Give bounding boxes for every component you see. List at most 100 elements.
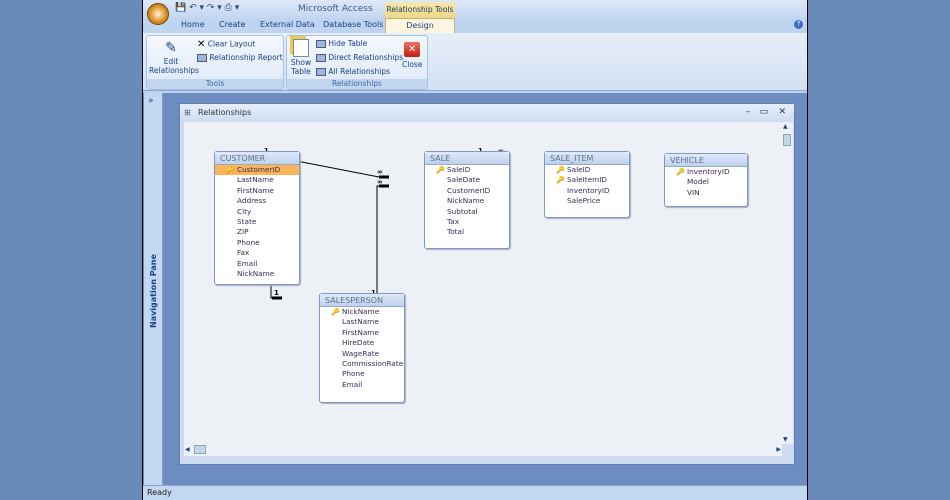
horizontal-scrollbar[interactable]: ◀ ▶ bbox=[184, 444, 782, 456]
field-row[interactable]: CustomerID bbox=[425, 186, 509, 196]
field-row[interactable]: City bbox=[215, 207, 299, 217]
table-title[interactable]: SALESPERSON bbox=[320, 294, 404, 307]
field-name: Subtotal bbox=[447, 206, 478, 216]
expand-nav-button[interactable]: » bbox=[148, 96, 154, 106]
field-row[interactable]: Tax bbox=[425, 217, 509, 227]
field-row[interactable]: FirstName bbox=[215, 186, 299, 196]
field-row[interactable]: 🔑 SaleItemID bbox=[545, 175, 629, 185]
field-name: State bbox=[237, 216, 257, 226]
scroll-left-icon[interactable]: ◀ bbox=[185, 446, 190, 453]
field-row[interactable]: Email bbox=[215, 259, 299, 269]
field-row[interactable]: 🔑 InventoryID bbox=[665, 167, 747, 177]
primary-key-icon: 🔑 bbox=[436, 166, 445, 174]
field-row[interactable]: ZIP bbox=[215, 227, 299, 237]
table-title[interactable]: VEHICLE bbox=[665, 154, 747, 167]
table-title[interactable]: SALE_ITEM bbox=[545, 152, 629, 165]
field-row[interactable]: InventoryID bbox=[545, 186, 629, 196]
table-salesperson[interactable]: SALESPERSON 🔑 NickName LastName FirstName Hir… bbox=[319, 293, 405, 403]
field-name: WageRate bbox=[342, 348, 380, 358]
field-name: NickName bbox=[447, 196, 485, 206]
field-name: Phone bbox=[237, 237, 260, 247]
scroll-right-icon[interactable]: ▶ bbox=[776, 446, 781, 453]
table-title[interactable]: SALE bbox=[425, 152, 509, 165]
field-row[interactable]: State bbox=[215, 217, 299, 227]
field-name: SaleID bbox=[447, 165, 471, 174]
scroll-thumb[interactable] bbox=[783, 134, 791, 146]
field-row[interactable]: LastName bbox=[320, 317, 404, 327]
group-label: Tools bbox=[147, 79, 283, 89]
table-sale-item[interactable]: SALE_ITEM 🔑 SaleID 🔑 SaleItemID InventoryID Sa… bbox=[544, 151, 630, 218]
ribbon-tabs: Home Create External Data Database Tools… bbox=[143, 18, 807, 33]
primary-key-icon: 🔑 bbox=[556, 166, 565, 174]
field-row[interactable]: 🔑 SaleID bbox=[545, 165, 629, 175]
cardinality-one: 1 bbox=[274, 289, 279, 297]
hide-table-button[interactable]: Hide Table bbox=[316, 39, 367, 48]
tab-home[interactable]: Home bbox=[181, 20, 205, 29]
field-row[interactable]: Phone bbox=[320, 369, 404, 379]
field-name: CommissionRate bbox=[342, 358, 404, 368]
tab-external-data[interactable]: External Data bbox=[260, 20, 315, 29]
field-row[interactable]: Phone bbox=[215, 238, 299, 248]
field-name: Email bbox=[342, 379, 363, 389]
relationships-window: ⊞ Relationships – ▭ ✕ 1 ∞ ∞ 1 ∞ 1 1 ∞ bbox=[179, 103, 795, 465]
field-row[interactable]: 🔑 CustomerID bbox=[215, 165, 299, 176]
clear-layout-button[interactable]: ✕ Clear Layout bbox=[197, 39, 255, 50]
field-row[interactable]: SalePrice bbox=[545, 196, 629, 206]
field-row[interactable]: HireDate bbox=[320, 338, 404, 348]
relationships-icon: ⊞ bbox=[184, 108, 191, 117]
field-name: FirstName bbox=[342, 327, 379, 337]
scroll-thumb[interactable] bbox=[194, 445, 206, 454]
close-button[interactable]: ✕ Close bbox=[402, 42, 422, 69]
window-close-button[interactable]: ✕ bbox=[778, 104, 786, 121]
field-row[interactable]: Address bbox=[215, 196, 299, 206]
workspace: » Navigation Pane ⊞ Relationships – ▭ ✕ … bbox=[143, 93, 807, 485]
field-row[interactable]: Model bbox=[665, 177, 747, 187]
field-row[interactable]: VIN bbox=[665, 188, 747, 198]
quick-access-toolbar[interactable]: 💾 ↶ ▾ ↷ ▾ ⎙ ▾ bbox=[175, 3, 239, 13]
vertical-scrollbar[interactable]: ▲ ▼ bbox=[782, 122, 793, 444]
window-title: Relationships bbox=[198, 108, 252, 117]
field-row[interactable]: Subtotal bbox=[425, 207, 509, 217]
field-row[interactable]: SaleDate bbox=[425, 175, 509, 185]
field-row[interactable]: Email bbox=[320, 380, 404, 390]
group-relationships: Show Table Hide Table Direct Relationshi… bbox=[286, 35, 428, 90]
scroll-up-icon[interactable]: ▲ bbox=[783, 123, 788, 130]
app-title: Microsoft Access bbox=[298, 4, 373, 14]
field-row[interactable]: NickName bbox=[425, 196, 509, 206]
field-name: SalePrice bbox=[567, 196, 601, 206]
field-name: Total bbox=[447, 227, 465, 237]
field-row[interactable]: CommissionRate bbox=[320, 359, 404, 369]
show-table-button[interactable]: Show Table bbox=[289, 39, 313, 76]
all-relationships-button[interactable]: All Relationships bbox=[316, 67, 390, 76]
table-customer[interactable]: CUSTOMER 🔑 CustomerID LastName FirstName Addr… bbox=[214, 151, 300, 285]
field-row[interactable]: FirstName bbox=[320, 328, 404, 338]
field-row[interactable]: NickName bbox=[215, 269, 299, 279]
scroll-down-icon[interactable]: ▼ bbox=[783, 436, 788, 443]
relationship-report-button[interactable]: Relationship Report bbox=[197, 53, 283, 62]
field-row[interactable]: Fax bbox=[215, 248, 299, 258]
field-row[interactable]: 🔑 SaleID bbox=[425, 165, 509, 175]
field-name: LastName bbox=[237, 175, 274, 185]
tab-create[interactable]: Create bbox=[219, 20, 246, 29]
relationships-window-header: ⊞ Relationships – ▭ ✕ bbox=[180, 104, 794, 121]
relationships-canvas[interactable]: 1 ∞ ∞ 1 ∞ 1 1 ∞ 1 CUSTOMER🔑CustomerIDLas… bbox=[184, 122, 782, 444]
field-row[interactable]: WageRate bbox=[320, 349, 404, 359]
primary-key-icon: 🔑 bbox=[331, 308, 340, 316]
field-row[interactable]: 🔑 NickName bbox=[320, 307, 404, 317]
tab-database-tools[interactable]: Database Tools bbox=[323, 20, 383, 29]
direct-relationships-button[interactable]: Direct Relationships bbox=[316, 53, 403, 62]
field-row[interactable]: Total bbox=[425, 227, 509, 237]
navigation-pane[interactable]: » Navigation Pane bbox=[144, 93, 163, 485]
tab-design[interactable]: Design bbox=[385, 18, 455, 33]
direct-relationships-icon bbox=[316, 54, 326, 62]
table-sale[interactable]: SALE 🔑 SaleID SaleDate CustomerID NickName Sub… bbox=[424, 151, 510, 249]
hide-table-icon bbox=[316, 40, 326, 48]
edit-relationships-button[interactable]: ✎ Edit Relationships bbox=[149, 39, 199, 75]
table-vehicle[interactable]: VEHICLE 🔑 InventoryID Model VIN bbox=[664, 153, 748, 207]
help-icon[interactable]: ? bbox=[794, 20, 803, 29]
x-icon: ✕ bbox=[197, 39, 206, 50]
field-row[interactable]: LastName bbox=[215, 175, 299, 185]
restore-button[interactable]: ▭ bbox=[759, 104, 768, 121]
minimize-button[interactable]: – bbox=[746, 104, 751, 121]
table-title[interactable]: CUSTOMER bbox=[215, 152, 299, 165]
